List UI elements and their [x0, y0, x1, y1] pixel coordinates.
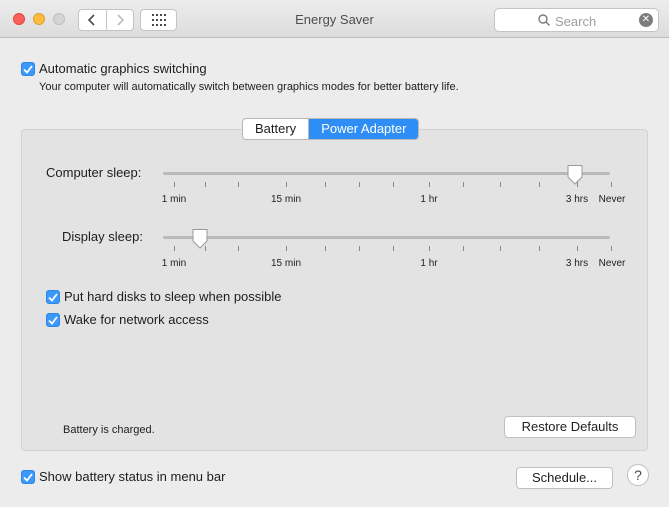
display-sleep-label: Display sleep: [62, 229, 143, 244]
slider-tick [611, 246, 612, 251]
checkmark-icon [48, 292, 58, 302]
display-sleep-scale-1hr: 1 hr [420, 258, 438, 269]
slider-tick [393, 182, 394, 187]
battery-status-text: Battery is charged. [63, 424, 155, 436]
help-button[interactable]: ? [627, 464, 649, 486]
slider-tick [577, 246, 578, 251]
slider-tick [174, 246, 175, 251]
hard-disk-sleep-checkbox[interactable] [46, 290, 60, 304]
display-sleep-scale-never: Never [598, 258, 626, 269]
display-sleep-slider-thumb[interactable] [191, 228, 209, 250]
computer-sleep-label: Computer sleep: [46, 165, 142, 180]
slider-tick [359, 182, 360, 187]
tab-power-adapter[interactable]: Power Adapter [309, 119, 419, 139]
wake-network-checkbox[interactable] [46, 313, 60, 327]
checkmark-icon [23, 472, 33, 482]
title-bar: Energy Saver Search ✕ [0, 0, 669, 38]
auto-graphics-switching-label[interactable]: Automatic graphics switching [39, 61, 207, 76]
slider-tick [238, 182, 239, 187]
schedule-button[interactable]: Schedule... [516, 467, 613, 489]
slider-tick [463, 246, 464, 251]
slider-tick [205, 182, 206, 187]
computer-sleep-scale-1min: 1 min [161, 194, 187, 205]
hard-disk-sleep-label[interactable]: Put hard disks to sleep when possible [64, 289, 282, 304]
show-battery-status-checkbox[interactable] [21, 470, 35, 484]
computer-sleep-scale-never: Never [598, 194, 626, 205]
computer-sleep-scale-1hr: 1 hr [420, 194, 438, 205]
slider-tick [429, 246, 430, 251]
slider-tick [238, 246, 239, 251]
display-sleep-scale-15min: 15 min [270, 258, 302, 269]
display-sleep-scale-3hrs: 3 hrs [565, 258, 589, 269]
slider-tick [359, 246, 360, 251]
search-field[interactable]: Search ✕ [494, 8, 659, 32]
tab-battery[interactable]: Battery [243, 119, 310, 139]
computer-sleep-slider-thumb[interactable] [566, 164, 584, 186]
slider-tick [325, 246, 326, 251]
display-sleep-slider-track[interactable] [163, 236, 610, 239]
slider-tick [429, 182, 430, 187]
checkmark-icon [48, 315, 58, 325]
slider-tick [286, 246, 287, 251]
checkmark-icon [23, 64, 33, 74]
wake-network-label[interactable]: Wake for network access [64, 312, 209, 327]
search-icon [538, 14, 550, 26]
computer-sleep-slider-track[interactable] [163, 172, 610, 175]
show-battery-status-label[interactable]: Show battery status in menu bar [39, 469, 225, 484]
slider-tick [325, 182, 326, 187]
computer-sleep-scale-3hrs: 3 hrs [565, 194, 589, 205]
slider-tick [174, 182, 175, 187]
power-source-tabs: Battery Power Adapter [242, 118, 420, 140]
slider-tick [539, 246, 540, 251]
slider-tick [539, 182, 540, 187]
slider-tick [611, 182, 612, 187]
search-placeholder: Search [555, 14, 597, 29]
slider-tick [393, 246, 394, 251]
display-sleep-scale-1min: 1 min [161, 258, 187, 269]
auto-graphics-switching-checkbox[interactable] [21, 62, 35, 76]
auto-graphics-switching-description: Your computer will automatically switch … [39, 81, 459, 93]
slider-tick [286, 182, 287, 187]
slider-tick [500, 182, 501, 187]
computer-sleep-scale-15min: 15 min [270, 194, 302, 205]
clear-search-icon[interactable]: ✕ [639, 13, 653, 27]
slider-tick [500, 246, 501, 251]
restore-defaults-button[interactable]: Restore Defaults [504, 416, 636, 438]
slider-tick [463, 182, 464, 187]
